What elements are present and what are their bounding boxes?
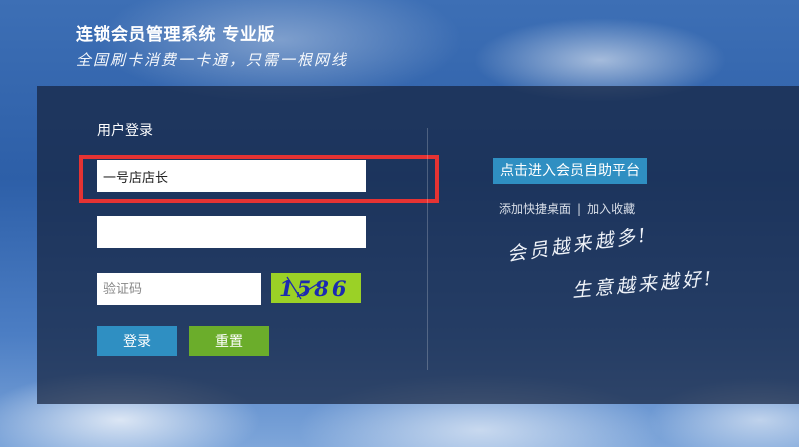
brand-header: 连锁会员管理系统 专业版 全国刷卡消费一卡通，只需一根网线	[76, 20, 348, 70]
captcha-image[interactable]: 1586	[271, 273, 361, 303]
login-button[interactable]: 登录	[97, 326, 177, 356]
add-favorite-link[interactable]: 加入收藏	[587, 202, 635, 216]
highlight-box	[79, 155, 439, 203]
login-heading: 用户登录	[97, 123, 153, 139]
app-slogan: 全国刷卡消费一卡通，只需一根网线	[76, 51, 349, 69]
quick-links: 添加快捷桌面 | 加入收藏	[499, 200, 635, 217]
captcha-input[interactable]	[97, 273, 261, 305]
login-panel: 用户登录 1586 登录 重置 点击进入会员自助平台 添加快捷桌面 | 加入收藏 会…	[37, 86, 799, 404]
add-desktop-shortcut-link[interactable]: 添加快捷桌面	[499, 202, 571, 216]
motto-line-1: 会员越来越多!	[505, 224, 650, 266]
reset-button[interactable]: 重置	[189, 326, 269, 356]
panel-divider	[427, 128, 428, 370]
link-separator: |	[577, 202, 582, 216]
app-title: 连锁会员管理系统 专业版	[76, 25, 275, 45]
member-portal-button[interactable]: 点击进入会员自助平台	[493, 158, 647, 184]
password-field[interactable]	[97, 216, 366, 248]
captcha-noise-lines	[286, 276, 320, 300]
motto-line-2: 生意越来越好!	[571, 267, 716, 302]
